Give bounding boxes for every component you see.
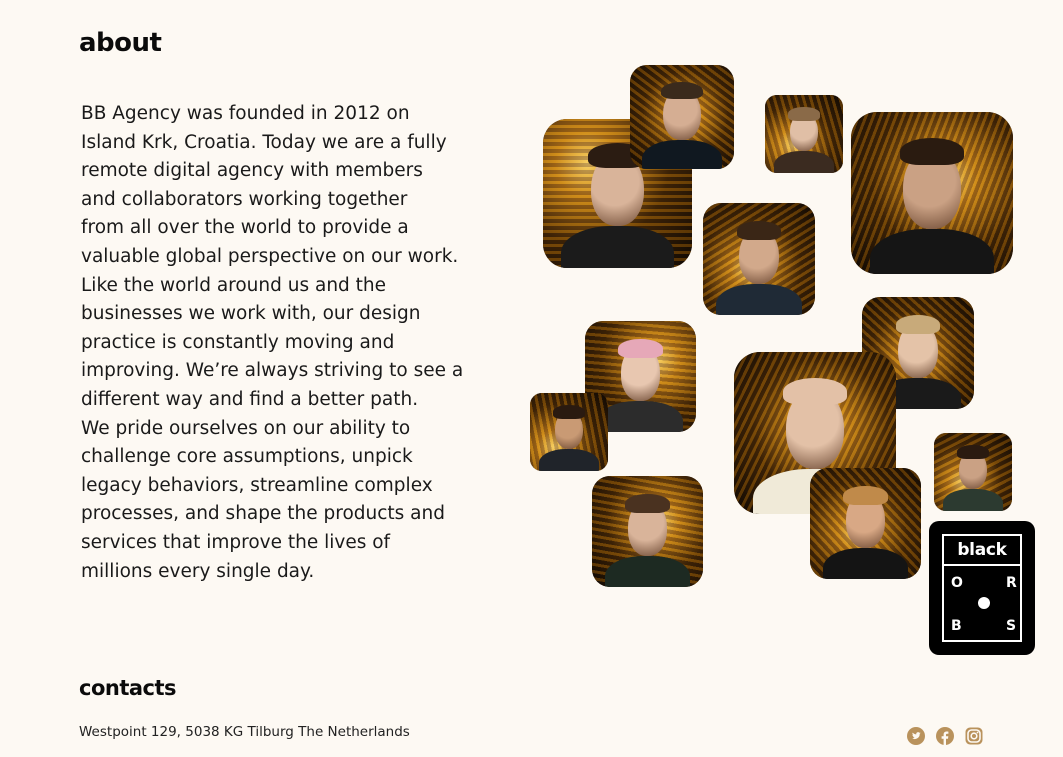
portrait-shoulders	[943, 489, 1003, 511]
contacts-heading: contacts	[79, 676, 177, 700]
portrait-shoulders	[605, 555, 690, 587]
portrait-hair	[895, 314, 941, 334]
portrait-hair	[843, 485, 888, 505]
portrait-hair	[736, 220, 782, 240]
portrait-shoulders	[870, 228, 994, 274]
about-line: practice is constantly moving and	[81, 331, 395, 353]
about-line: processes, and shape the products and	[81, 503, 445, 525]
team-member-photo	[703, 203, 815, 315]
about-line: services that improve the lives of	[81, 531, 391, 553]
about-line: legacy behaviors, streamline complex	[81, 474, 433, 496]
logo-letter: O	[951, 575, 963, 591]
about-line: valuable global perspective on our work.	[81, 245, 459, 267]
black-orbs-logo: black O R B S	[929, 521, 1035, 655]
logo-letter: S	[1006, 618, 1017, 634]
portrait-hair	[899, 137, 965, 166]
about-line: improving. We’re always striving to see …	[81, 360, 464, 382]
portrait-shoulders	[642, 139, 722, 169]
instagram-icon	[965, 727, 983, 745]
instagram-link[interactable]	[965, 727, 983, 745]
portrait-hair	[625, 493, 670, 513]
portrait-shoulders	[539, 449, 599, 471]
portrait-hair	[553, 405, 585, 419]
team-member-photo	[765, 95, 843, 173]
about-line: Like the world around us and the	[81, 274, 387, 296]
portrait-hair	[782, 377, 848, 406]
logo-word: black	[957, 540, 1007, 560]
logo-frame: black O R B S	[942, 534, 1022, 642]
facebook-icon	[936, 727, 954, 745]
twitter-icon	[907, 727, 925, 745]
portrait-shoulders	[598, 400, 683, 432]
about-line: challenge core assumptions, unpick	[81, 446, 413, 468]
team-member-photo	[630, 65, 734, 169]
about-line: We pride ourselves on our ability to	[81, 417, 411, 439]
about-line: remote digital agency with members	[81, 160, 423, 182]
team-member-photo	[530, 393, 608, 471]
team-member-photo	[851, 112, 1013, 274]
portrait-hair	[957, 445, 989, 459]
about-line: from all over the world to provide a	[81, 217, 409, 239]
about-line: Island Krk, Croatia. Today we are a full…	[81, 131, 447, 153]
logo-dot	[978, 597, 990, 609]
team-member-photo	[810, 468, 921, 579]
about-heading: about	[79, 28, 162, 58]
about-line: businesses we work with, our design	[81, 303, 421, 325]
contact-address: Westpoint 129, 5038 KG Tilburg The Nethe…	[79, 724, 410, 740]
logo-divider	[944, 564, 1020, 566]
portrait-hair	[788, 107, 820, 121]
portrait-shoulders	[823, 547, 908, 579]
portrait-shoulders	[774, 151, 834, 173]
portrait-hair	[661, 81, 703, 100]
twitter-link[interactable]	[907, 727, 925, 745]
about-line: BB Agency was founded in 2012 on	[81, 103, 410, 124]
about-line: millions every single day.	[81, 560, 315, 582]
facebook-link[interactable]	[936, 727, 954, 745]
portrait-shoulders	[560, 226, 675, 268]
portrait-shoulders	[716, 283, 802, 315]
logo-letter: R	[1006, 575, 1017, 591]
about-line: and collaborators working together	[81, 188, 408, 210]
about-paragraph: BB Agency was founded in 2012 on Island …	[81, 100, 501, 586]
portrait-hair	[618, 338, 663, 358]
about-line: different way and find a better path.	[81, 388, 419, 410]
logo-letter: B	[951, 618, 962, 634]
team-member-photo	[592, 476, 703, 587]
team-member-photo	[934, 433, 1012, 511]
